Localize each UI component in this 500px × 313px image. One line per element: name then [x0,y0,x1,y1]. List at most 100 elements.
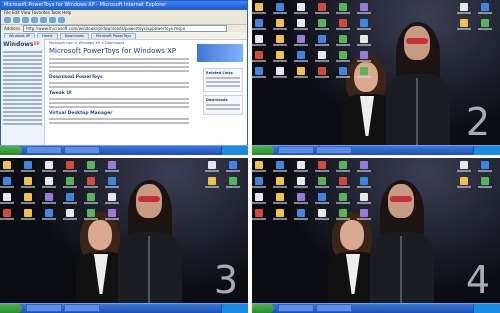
desktop-icon[interactable] [336,51,350,62]
desktop-icon[interactable] [273,51,287,62]
desktop-icon[interactable] [294,3,308,14]
desktop-icon[interactable] [478,19,492,30]
search-icon[interactable] [49,17,56,23]
desktop-icon[interactable] [294,177,308,188]
desktop-icon[interactable] [294,35,308,46]
desktop-icon[interactable] [357,67,371,78]
desktop-icon[interactable] [252,3,266,14]
desktop-icon[interactable] [273,3,287,14]
desktop-icon[interactable] [294,161,308,172]
text-line[interactable] [206,104,240,106]
desktop-icon[interactable] [205,177,219,188]
desktop-icon[interactable] [21,177,35,188]
desktop-3[interactable]: 3 [0,158,248,313]
desktop-icon[interactable] [21,161,35,172]
desktop-2[interactable]: 2 [252,0,500,155]
desktop-icon[interactable] [84,193,98,204]
nav-link[interactable] [3,107,42,109]
nav-link[interactable] [3,99,42,101]
desktop-icon[interactable] [0,177,14,188]
desktop-icon[interactable] [315,19,329,30]
desktop-icon[interactable] [84,161,98,172]
desktop-icon[interactable] [336,35,350,46]
desktop-icon[interactable] [252,51,266,62]
desktop-icon[interactable] [273,161,287,172]
desktop-icon[interactable] [315,3,329,14]
system-tray[interactable] [473,304,500,313]
nav-link[interactable] [3,67,42,69]
forward-icon[interactable] [13,17,20,23]
desktop-icon[interactable] [294,19,308,30]
desktop-icon[interactable] [457,177,471,188]
desktop-icon[interactable] [336,193,350,204]
nav-link[interactable] [3,59,42,61]
start-button[interactable] [0,304,22,313]
desktop-icon[interactable] [357,51,371,62]
back-icon[interactable] [4,17,11,23]
nav-link[interactable] [3,123,42,125]
home-icon[interactable] [40,17,47,23]
taskbar-button[interactable] [26,146,62,154]
desktop-icon[interactable] [294,193,308,204]
desktop-icon[interactable] [457,161,471,172]
desktop-icon[interactable] [336,3,350,14]
start-button[interactable] [252,146,274,155]
desktop-icon[interactable] [252,161,266,172]
start-button[interactable] [0,146,22,155]
nav-link[interactable] [3,87,42,89]
desktop-icon[interactable] [105,209,119,220]
desktop-icon[interactable] [226,161,240,172]
system-tray[interactable] [221,146,248,155]
desktop-icon[interactable] [315,193,329,204]
nav-link[interactable] [3,71,42,73]
desktop-icon[interactable] [252,209,266,220]
address-input[interactable]: http://www.microsoft.com/windowsxp/downl… [22,25,227,32]
desktop-icon[interactable] [357,209,371,220]
nav-link[interactable] [3,83,42,85]
desktop-icon[interactable] [315,177,329,188]
desktop-icon[interactable] [252,177,266,188]
nav-link[interactable] [3,79,42,81]
nav-link[interactable] [3,91,42,93]
stop-icon[interactable] [22,17,29,23]
desktop-1[interactable]: Microsoft PowerToys for Windows XP - Mic… [0,0,248,155]
nav-link[interactable] [3,103,42,105]
desktop-icon[interactable] [105,161,119,172]
desktop-icon[interactable] [273,19,287,30]
desktop-icon[interactable] [105,177,119,188]
desktop-icon[interactable] [0,161,14,172]
desktop-icon[interactable] [357,3,371,14]
desktop-icon[interactable] [42,193,56,204]
desktop-icon[interactable] [357,161,371,172]
desktop-icon[interactable] [478,161,492,172]
system-tray[interactable] [473,146,500,155]
desktop-icon[interactable] [84,209,98,220]
desktop-icon[interactable] [336,209,350,220]
desktop-icon[interactable] [457,19,471,30]
desktop-icon[interactable] [478,3,492,14]
desktop-icon[interactable] [63,209,77,220]
nav-link[interactable] [3,95,42,97]
text-line[interactable] [206,81,240,83]
desktop-icon[interactable] [0,209,14,220]
desktop-icon[interactable] [315,67,329,78]
nav-link[interactable] [3,115,42,117]
desktop-icon[interactable] [252,67,266,78]
desktop-icon[interactable] [294,67,308,78]
desktop-icon[interactable] [63,193,77,204]
desktop-icon[interactable] [336,161,350,172]
desktop-icon[interactable] [336,67,350,78]
desktop-icon[interactable] [315,51,329,62]
desktop-4[interactable]: 4 [252,158,500,313]
desktop-icon[interactable] [21,193,35,204]
taskbar-button[interactable] [278,304,314,312]
nav-link[interactable] [3,55,42,57]
nav-link[interactable] [3,75,42,77]
desktop-icon[interactable] [357,19,371,30]
desktop-icon[interactable] [273,67,287,78]
desktop-icon[interactable] [205,161,219,172]
desktop-icon[interactable] [357,193,371,204]
desktop-icon[interactable] [315,161,329,172]
desktop-icon[interactable] [63,177,77,188]
desktop-icon[interactable] [63,161,77,172]
